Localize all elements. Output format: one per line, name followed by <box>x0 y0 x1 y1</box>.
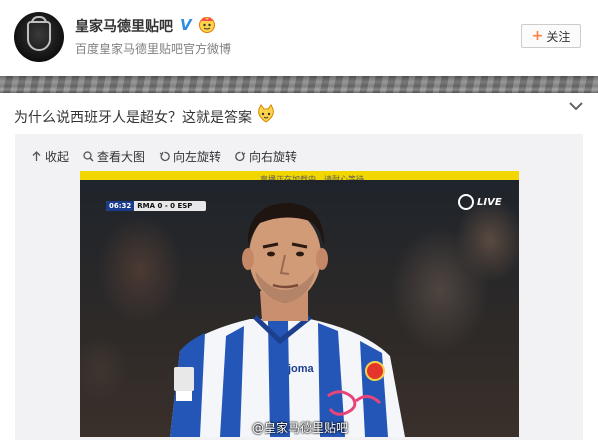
crest-shield-shape <box>27 21 51 51</box>
broadcast-logo-icon <box>458 194 474 210</box>
post-image[interactable]: 直播正在加载中…请耐心等待 joma <box>80 171 519 437</box>
collapse-button[interactable]: 收起 <box>31 148 69 164</box>
verified-badge-icon: V <box>180 16 192 34</box>
zoom-icon <box>83 150 94 162</box>
scoreboard: 06:32 RMA 0 - 0 ESP <box>106 201 206 211</box>
image-watermark: @皇家马德里贴吧 <box>252 421 349 435</box>
view-large-label: 查看大图 <box>97 149 146 164</box>
live-indicator: LIVE <box>458 193 510 211</box>
rotate-left-icon <box>159 151 170 161</box>
media-toolbar: 收起 查看大图 向左旋转 向右旋转 <box>31 148 297 164</box>
follow-label: 关注 <box>546 29 571 44</box>
player-figure: joma <box>170 203 405 437</box>
collapse-icon <box>32 150 41 161</box>
rotate-right-icon <box>235 151 246 161</box>
chevron-down-icon[interactable] <box>568 100 584 112</box>
match-score: RMA 0 - 0 ESP <box>137 202 193 210</box>
crown-emoji-icon <box>199 17 215 33</box>
rotate-right-button[interactable]: 向右旋转 <box>235 148 297 164</box>
rotate-left-label: 向左旋转 <box>173 149 222 164</box>
post-header: 皇家马德里贴吧 V 百度皇家马德里贴吧官方微博 + 关注 <box>0 0 598 76</box>
live-label: LIVE <box>477 196 502 208</box>
view-large-button[interactable]: 查看大图 <box>83 148 145 164</box>
post-text: 为什么说西班牙人是超女？这就是答案 <box>14 110 252 126</box>
cat-emoji-icon <box>258 104 274 123</box>
author-name[interactable]: 皇家马德里贴吧 <box>75 16 173 36</box>
decorative-banner <box>0 76 598 93</box>
avatar[interactable] <box>14 12 64 62</box>
jersey-brand-text: joma <box>287 363 315 375</box>
collapse-label: 收起 <box>45 149 70 164</box>
follow-button[interactable]: + 关注 <box>521 24 581 48</box>
author-subtitle: 百度皇家马德里贴吧官方微博 <box>75 42 232 56</box>
rotate-left-button[interactable]: 向左旋转 <box>159 148 221 164</box>
match-time: 06:32 <box>106 201 135 211</box>
plus-icon: + <box>531 28 544 44</box>
rotate-right-label: 向右旋转 <box>249 149 298 164</box>
